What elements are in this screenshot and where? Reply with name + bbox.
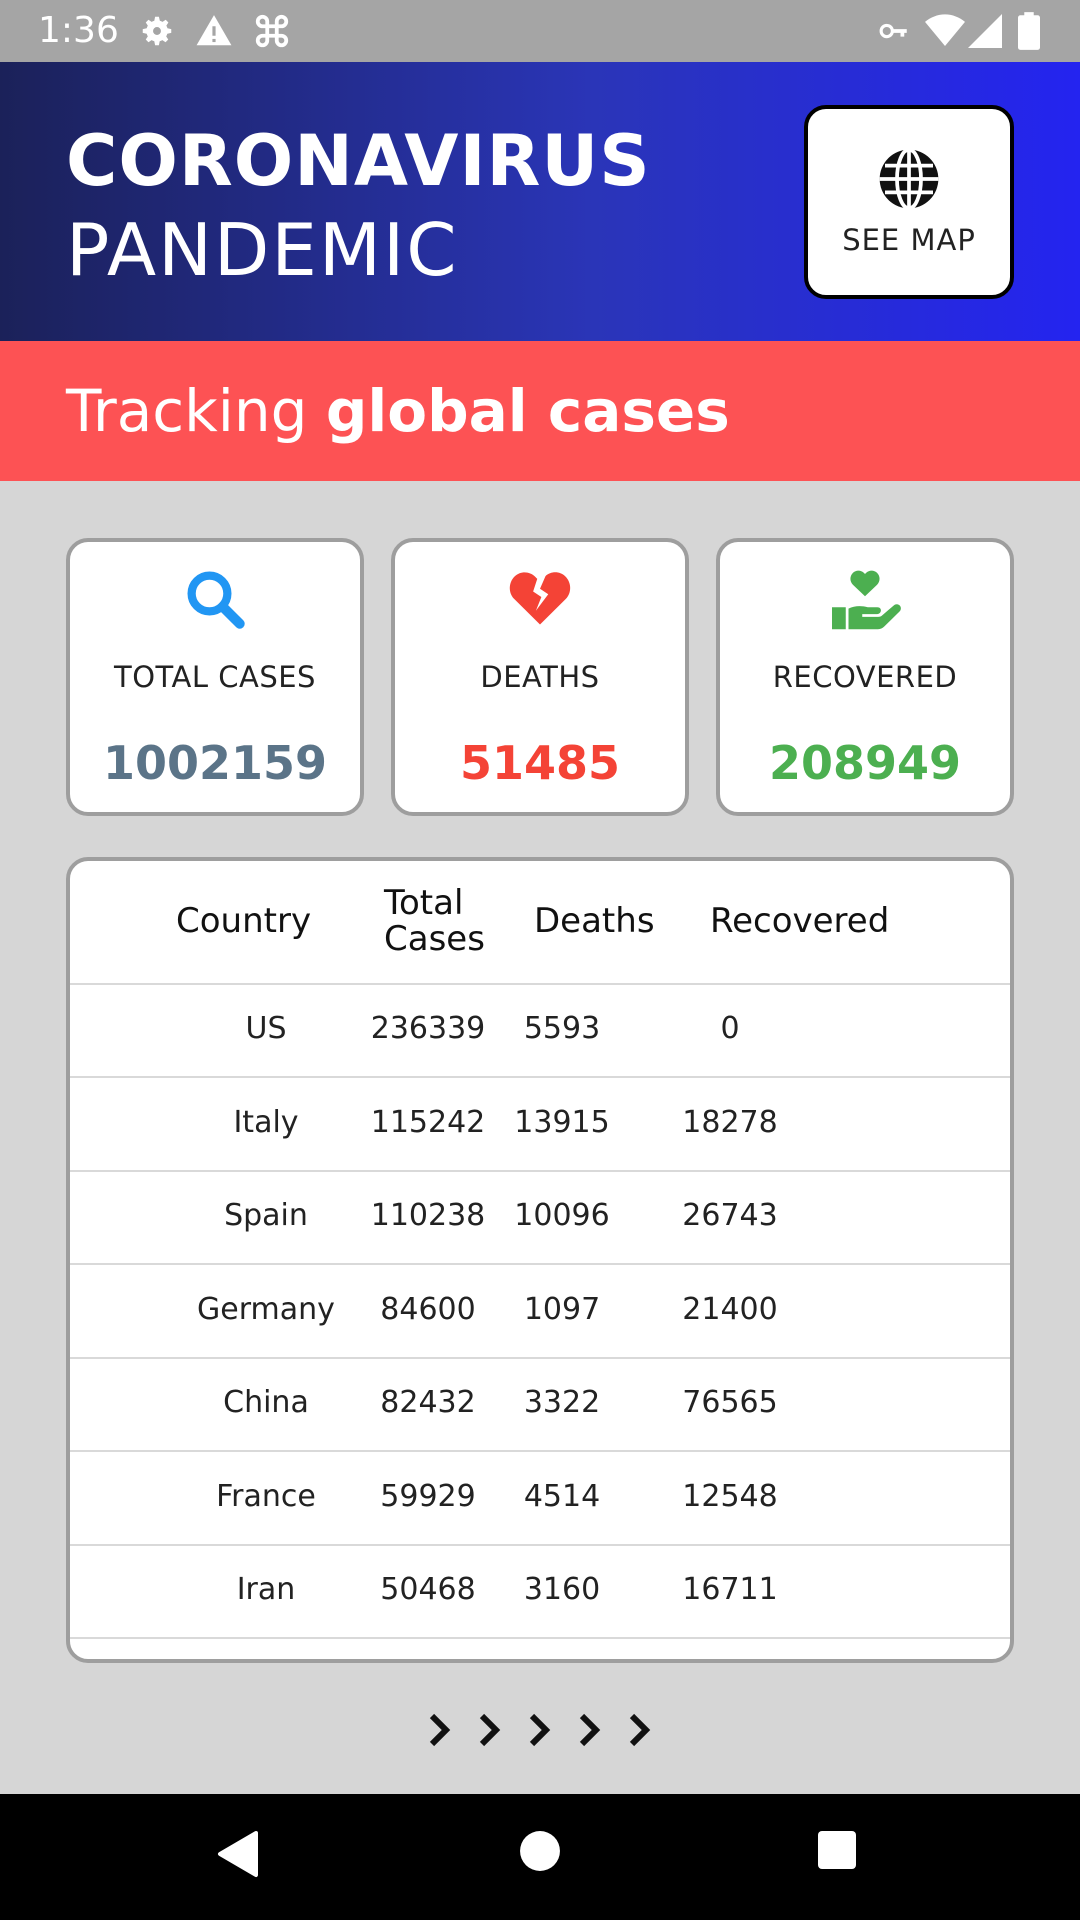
wifi-icon	[925, 14, 965, 47]
back-icon[interactable]	[216, 1829, 260, 1879]
deaths-card: DEATHS 51485	[391, 538, 689, 816]
status-bar: 1:36	[0, 0, 1080, 62]
see-map-label: SEE MAP	[842, 223, 976, 257]
banner-text-bold: global cases	[325, 377, 730, 445]
column-header-country: Country	[176, 901, 312, 941]
cell-recovered: 18278	[682, 1104, 778, 1140]
total-cases-label: TOTAL CASES	[114, 660, 316, 694]
cell-recovered: 16711	[682, 1572, 778, 1607]
cell-recovered: 0	[720, 1011, 740, 1046]
see-map-button[interactable]: SEE MAP	[804, 105, 1014, 299]
search-icon	[187, 571, 245, 629]
column-header-deaths: Deaths	[534, 901, 655, 941]
chevron-right-icon[interactable]	[476, 1710, 504, 1750]
home-icon[interactable]	[519, 1830, 561, 1872]
column-header-recovered: Recovered	[710, 901, 890, 941]
command-icon	[255, 14, 289, 48]
table-row[interactable]: Germany 84600 1097 21400	[70, 1266, 1010, 1359]
cell-recovered: 26743	[682, 1198, 778, 1233]
table-row[interactable]: United	[70, 1640, 1010, 1660]
recovered-label: RECOVERED	[772, 660, 958, 694]
chevron-right-icon[interactable]	[426, 1710, 454, 1750]
broken-heart-icon	[509, 572, 571, 625]
table-row[interactable]: Iran 50468 3160 16711	[70, 1546, 1010, 1639]
recovered-value: 208949	[768, 736, 962, 790]
settings-icon	[142, 16, 172, 46]
table-row[interactable]: France 59929 4514 12548	[70, 1453, 1010, 1546]
deaths-label: DEATHS	[480, 660, 600, 694]
warning-icon	[196, 15, 232, 46]
column-header-total-cases: Total Cases	[384, 885, 485, 957]
table-row[interactable]: China 82432 3322 76565	[70, 1359, 1010, 1452]
deaths-value: 51485	[459, 736, 621, 790]
recents-icon[interactable]	[817, 1830, 857, 1870]
chevron-right-icon[interactable]	[526, 1710, 554, 1750]
country-table[interactable]: Country Total Cases Deaths Recovered US 2…	[66, 857, 1014, 1663]
total-cases-card: TOTAL CASES 1002159	[66, 538, 364, 816]
globe-icon	[879, 147, 939, 211]
table-row[interactable]: Spain 110238 10096 26743	[70, 1172, 1010, 1265]
column-header-total-line1: Total	[384, 883, 464, 923]
battery-icon	[1018, 12, 1040, 50]
app-header: CORONAVIRUS PANDEMIC SEE MAP	[0, 62, 1080, 341]
system-nav-bar	[0, 1794, 1080, 1920]
chevron-right-icon[interactable]	[576, 1710, 604, 1750]
hand-heart-icon	[832, 570, 901, 630]
vpn-key-icon	[879, 23, 907, 39]
chevron-right-icon[interactable]	[626, 1710, 654, 1750]
total-cases-value: 1002159	[102, 736, 328, 790]
banner-text-regular: Tracking	[66, 377, 326, 445]
table-row[interactable]: Italy 115242 13915 18278	[70, 1079, 1010, 1172]
cell-recovered: 76565	[682, 1385, 778, 1420]
table-row[interactable]: US 236339 5593 0	[70, 985, 1010, 1078]
header-title-line1: CORONAVIRUS	[66, 120, 651, 202]
status-time: 1:36	[38, 10, 119, 51]
banner-text: Tracking global cases	[66, 377, 730, 445]
recovered-card: RECOVERED 208949	[716, 538, 1014, 816]
cell-recovered: 12548	[682, 1478, 778, 1514]
header-title-line2: PANDEMIC	[66, 208, 459, 292]
column-header-total-line2: Cases	[384, 919, 485, 959]
cell-recovered: 21400	[682, 1291, 778, 1327]
tracking-banner: Tracking global cases	[0, 341, 1080, 481]
signal-icon	[968, 14, 1002, 48]
